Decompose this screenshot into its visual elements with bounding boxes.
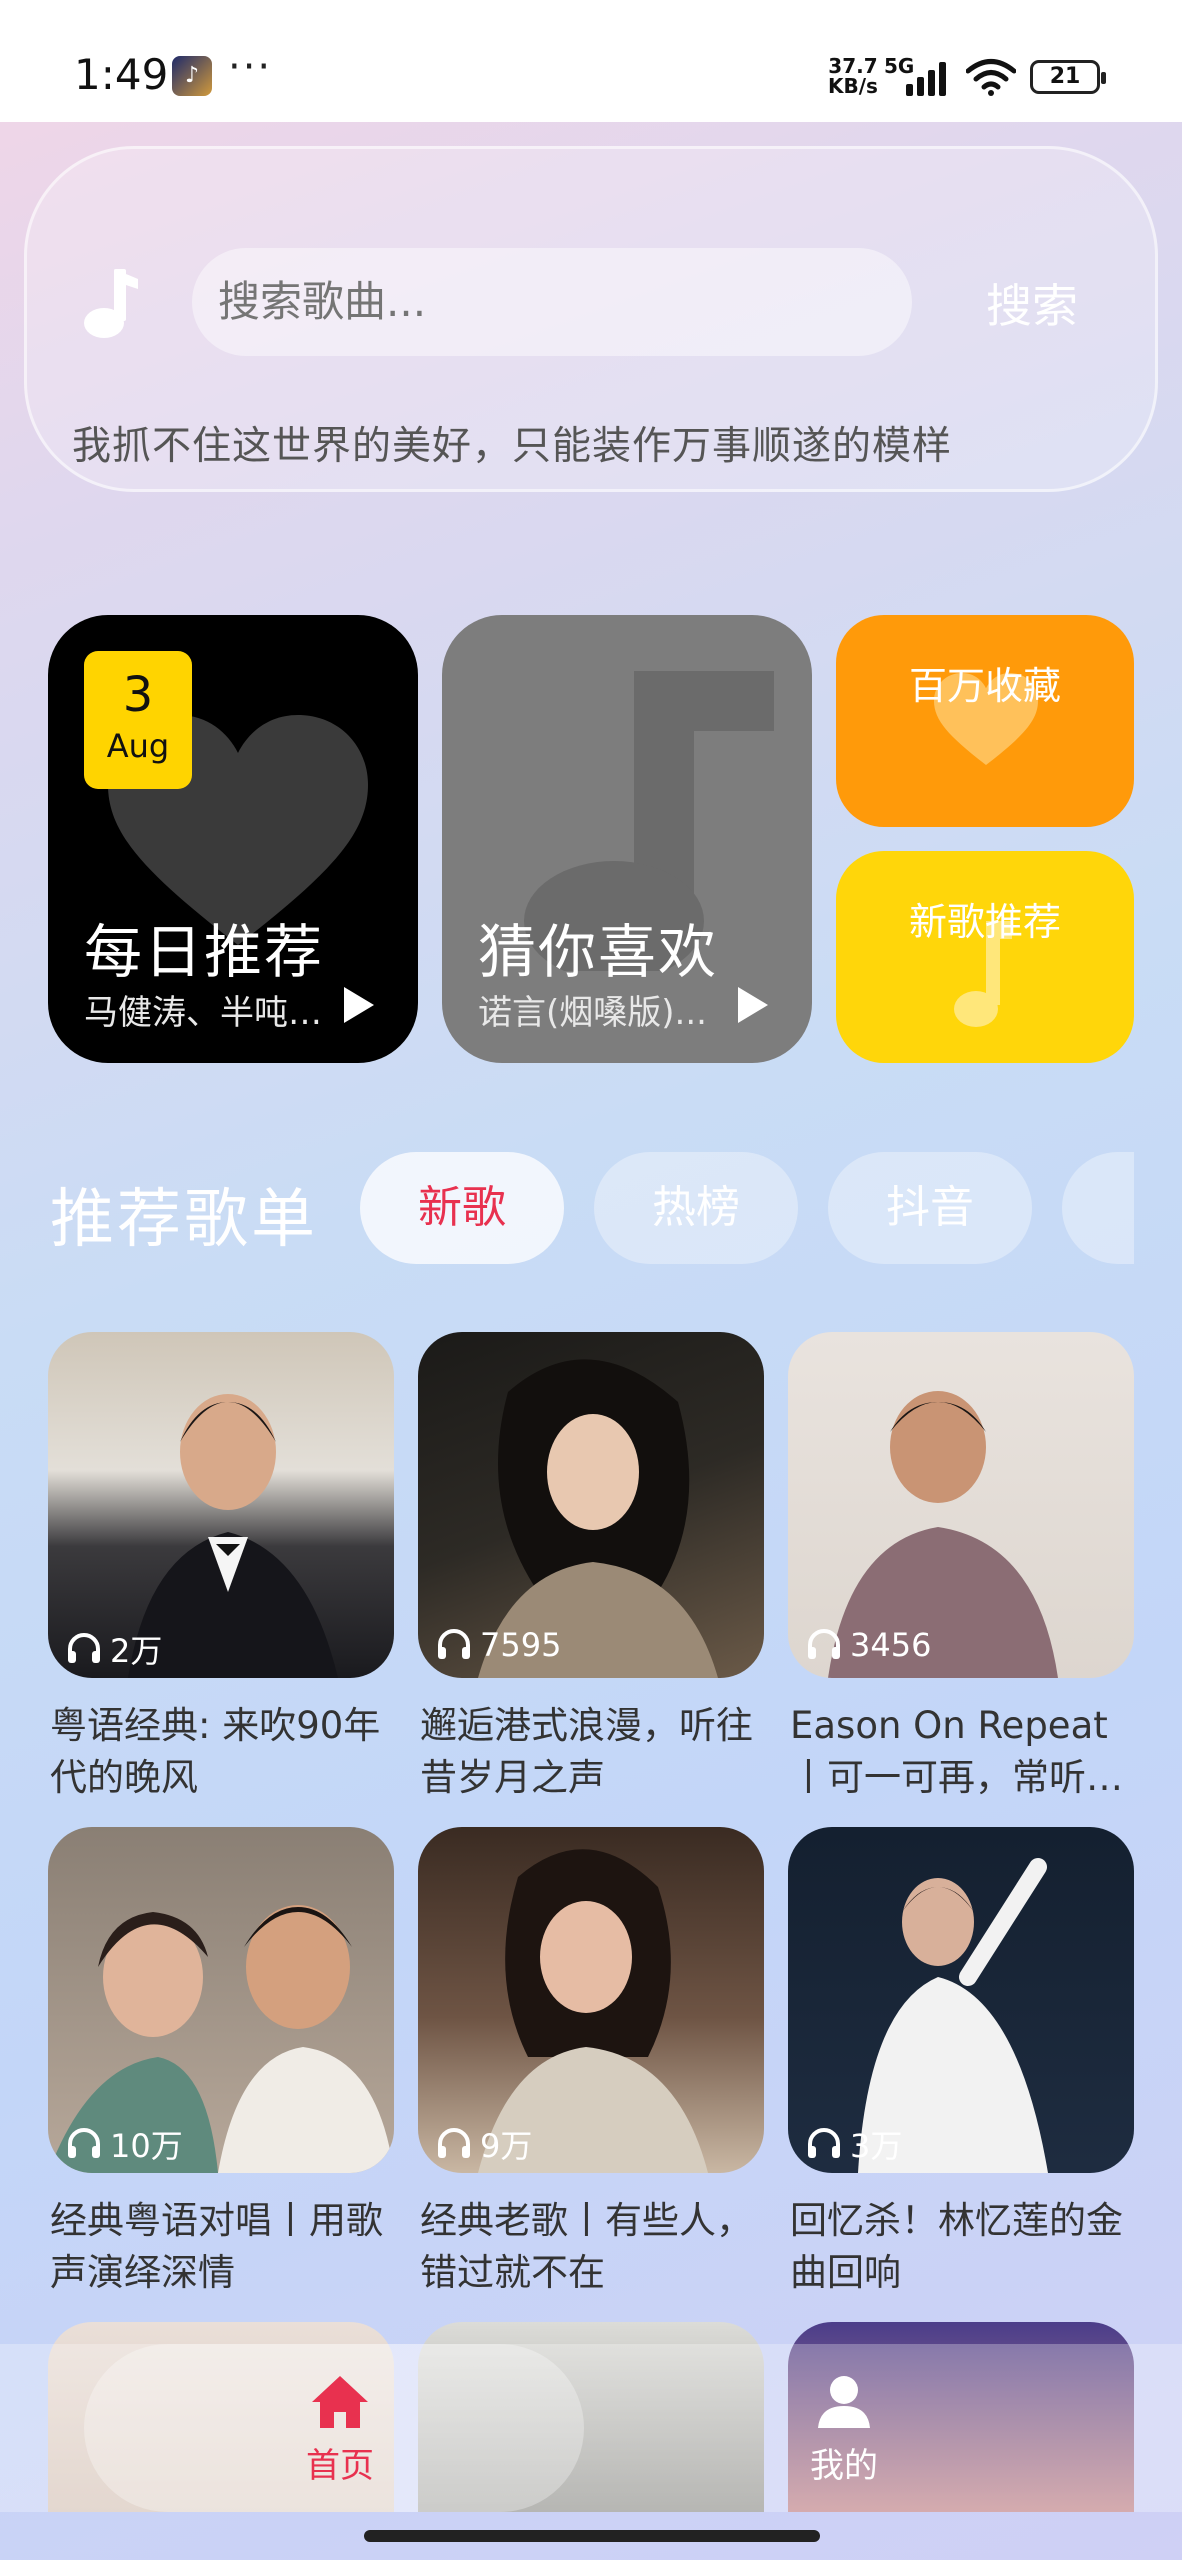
play-count: 3456 (806, 1626, 931, 1664)
music-note-icon[interactable] (80, 265, 140, 339)
playlist-title: 回忆杀！林忆莲的金曲回响 (790, 2199, 1123, 2294)
status-bar: 1:49 ♪ ··· 37.7 KB/s 5G 21 (0, 0, 1182, 122)
daily-quote: 我抓不住这世界的美好，只能装作万事顺遂的模样 (72, 424, 953, 469)
headphone-icon (808, 2128, 840, 2158)
network-speed-value: 37.7 (828, 54, 878, 78)
home-icon (312, 2376, 368, 2428)
more-notifications-icon: ··· (228, 44, 273, 90)
guess-you-like-subtitle: 诺言(烟嗓版)... (478, 993, 707, 1033)
battery-icon: 21 (1030, 60, 1106, 94)
headphone-icon (68, 1633, 100, 1663)
daily-recommend-subtitle: 马健涛、半吨兄弟 (84, 993, 334, 1033)
new-songs-title: 新歌推荐 (908, 900, 1061, 944)
guess-you-like-title: 猜你喜欢 (478, 918, 719, 986)
play-count: 3万 (806, 2121, 902, 2167)
headphone-icon (438, 1629, 470, 1659)
play-count-value: 3万 (850, 2127, 903, 2165)
play-count-value: 7595 (480, 1626, 562, 1664)
tab-more[interactable]: 更 (1062, 1152, 1134, 1264)
playlist-title: Eason On Repeat丨可一可再，常听常新 (790, 1704, 1123, 1799)
tab-new[interactable]: 新歌 (360, 1152, 564, 1264)
million-favorites-card[interactable]: 百万收藏 (836, 615, 1134, 827)
play-count-value: 3456 (850, 1626, 932, 1664)
network-speed: 37.7 KB/s (828, 56, 878, 96)
home-indicator[interactable] (364, 2530, 820, 2542)
user-icon (818, 2376, 870, 2428)
nav-profile-label: 我的 (810, 2446, 878, 2486)
playlist-title: 经典粤语对唱丨用歌声演绎深情 (50, 2199, 383, 2294)
play-count-value: 2万 (110, 1632, 163, 1670)
guess-you-like-card[interactable]: 猜你喜欢 诺言(烟嗓版)... (442, 615, 812, 1063)
playlist-title: 经典老歌丨有些人，错过就不在 (420, 2199, 753, 2294)
signal-icon (902, 58, 952, 96)
daily-recommend-title: 每日推荐 (84, 918, 325, 986)
play-icon[interactable] (736, 985, 770, 1025)
tab-hot[interactable]: 热榜 (594, 1152, 798, 1264)
headphone-icon (808, 1629, 840, 1659)
wifi-icon (966, 59, 1016, 96)
new-songs-card[interactable]: 新歌推荐 (836, 851, 1134, 1063)
date-badge: 3 Aug (84, 651, 192, 789)
search-button[interactable]: 搜索 (986, 270, 1078, 336)
app-notification-icon: ♪ (172, 56, 212, 96)
date-day: 3 (122, 667, 154, 723)
tab-douyin[interactable]: 抖音 (828, 1152, 1032, 1264)
play-count-value: 10万 (110, 2127, 183, 2165)
playlist-title: 粤语经典: 来吹90年代的晚风 (50, 1704, 381, 1799)
headphone-icon (68, 2128, 100, 2158)
nav-home[interactable]: 首页 (296, 2374, 384, 2487)
play-count-value: 9万 (480, 2127, 533, 2165)
status-time: 1:49 (74, 50, 169, 99)
nav-home-label: 首页 (306, 2446, 374, 2486)
million-favorites-title: 百万收藏 (908, 664, 1061, 708)
nav-profile[interactable]: 我的 (800, 2374, 888, 2487)
playlist-title: 邂逅港式浪漫，听往昔岁月之声 (420, 1704, 753, 1799)
playlist-tabs: 新歌 热榜 抖音 更 (360, 1152, 1134, 1264)
network-speed-unit: KB/s (828, 74, 878, 98)
play-count: 10万 (66, 2121, 183, 2167)
daily-recommend-card[interactable]: 3 Aug 每日推荐 马健涛、半吨兄弟 (48, 615, 418, 1063)
search-input[interactable] (192, 248, 912, 356)
headphone-icon (438, 2128, 470, 2158)
play-icon[interactable] (342, 985, 376, 1025)
play-count: 7595 (436, 1626, 561, 1664)
play-count: 9万 (436, 2121, 532, 2167)
section-title: 推荐歌单 (50, 1183, 318, 1257)
date-month: Aug (106, 727, 170, 765)
play-count: 2万 (66, 1626, 162, 1672)
